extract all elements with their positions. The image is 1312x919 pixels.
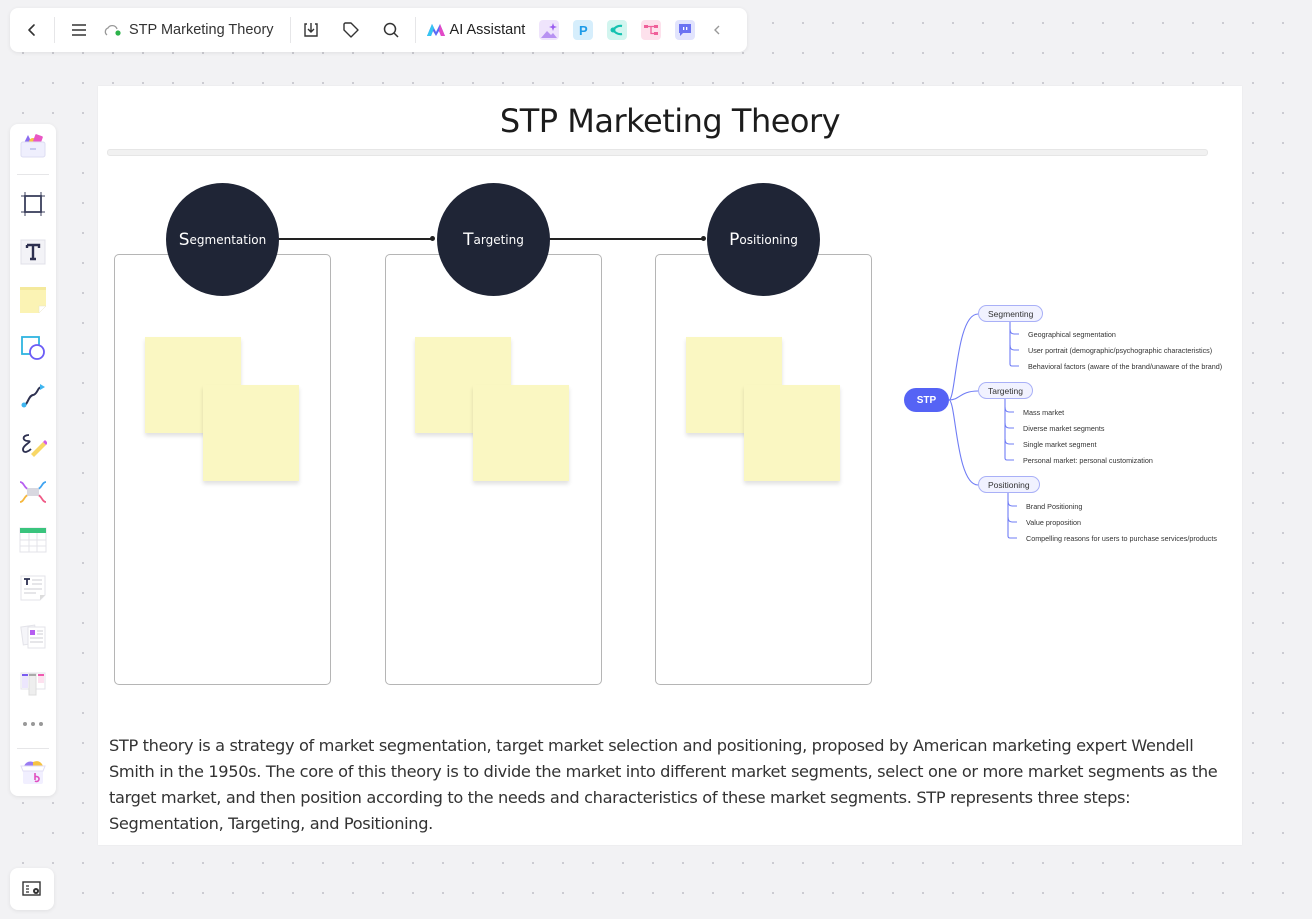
tag-icon — [342, 22, 359, 38]
plugins-icon — [20, 761, 46, 784]
templates-icon — [20, 134, 46, 158]
sticky-note[interactable] — [473, 385, 569, 481]
sticky-note-icon — [20, 287, 47, 314]
main-menu-button[interactable] — [55, 8, 103, 52]
connector-icon — [21, 384, 45, 408]
mindmap-leaf[interactable]: Diverse market segments — [1023, 424, 1104, 433]
more-icon — [23, 722, 43, 726]
hamburger-menu-icon — [72, 24, 86, 36]
frame-icon — [21, 192, 45, 216]
mindmap-leaf[interactable]: Mass market — [1023, 408, 1064, 417]
templates-button[interactable] — [10, 128, 56, 164]
mindmap-leaf[interactable]: Value proposition — [1026, 518, 1081, 527]
download-button[interactable] — [291, 8, 331, 52]
cards-icon — [20, 624, 46, 649]
plugins-button[interactable] — [10, 754, 56, 790]
mindmap-tool[interactable] — [10, 474, 56, 510]
top-toolbar: STP Marketing Theory AI Assistant P — [10, 8, 747, 52]
mindmap-leaf[interactable]: Brand Positioning — [1026, 502, 1082, 511]
mindmap-leaf[interactable]: Personal market: personal customization — [1023, 456, 1153, 465]
canvas-page[interactable]: STP Marketing Theory Segmentation Target… — [98, 86, 1242, 845]
flowchart-app-button[interactable] — [641, 20, 662, 40]
mindmap-leaf[interactable]: Compelling reasons for users to purchase… — [1026, 534, 1217, 543]
ai-assistant-button[interactable]: AI Assistant — [426, 8, 526, 52]
mindmap-branch-segmenting[interactable]: Segmenting — [978, 305, 1044, 322]
ai-image-app-icon — [541, 23, 558, 38]
mindmap-leaf[interactable]: Single market segment — [1023, 440, 1097, 449]
stp-mindmap[interactable]: STP Segmenting Geographical segmentation… — [898, 296, 1238, 556]
connector-arrow[interactable] — [549, 236, 706, 241]
mindmap-app-icon — [610, 24, 623, 36]
mindmap-icon — [19, 481, 47, 503]
step-initial: P — [729, 229, 740, 250]
sticky-note[interactable] — [744, 385, 840, 481]
table-icon — [19, 527, 47, 553]
chevron-left-icon — [28, 24, 35, 36]
mindmap-branch-targeting[interactable]: Targeting — [978, 382, 1033, 399]
step-label: argeting — [473, 232, 524, 247]
title-underline-bar — [107, 149, 1208, 156]
document-title[interactable]: STP Marketing Theory — [129, 22, 274, 38]
board-settings-button[interactable] — [10, 868, 54, 910]
text-doc-tool[interactable] — [10, 570, 56, 606]
mindmap-branch-positioning[interactable]: Positioning — [978, 476, 1040, 493]
connector-arrow[interactable] — [278, 236, 435, 241]
step-circle-targeting[interactable]: Targeting — [437, 183, 550, 296]
cloud-synced-icon — [103, 23, 123, 37]
step-initial: S — [178, 229, 190, 250]
back-button[interactable] — [10, 8, 54, 52]
ai-image-app-button[interactable] — [539, 20, 560, 40]
frame-tool[interactable] — [10, 186, 56, 222]
search-button[interactable] — [371, 8, 411, 52]
ai-assistant-label: AI Assistant — [449, 22, 526, 38]
presentation-app-icon: P — [578, 22, 588, 38]
sticky-note[interactable] — [203, 385, 299, 481]
page-title[interactable]: STP Marketing Theory — [98, 102, 1242, 140]
tag-button[interactable] — [331, 8, 371, 52]
pen-tool[interactable] — [10, 426, 56, 462]
ai-assistant-logo-icon — [426, 24, 445, 36]
kanban-icon — [20, 672, 46, 696]
chat-app-button[interactable] — [675, 20, 696, 40]
mindmap-leaf[interactable]: Behavioral factors (aware of the brand/u… — [1028, 362, 1222, 371]
shapes-tool[interactable] — [10, 330, 56, 366]
divider — [414, 17, 416, 43]
search-icon — [383, 22, 399, 38]
shapes-icon — [21, 336, 45, 360]
connector-tool[interactable] — [10, 378, 56, 414]
text-icon — [20, 239, 46, 265]
download-icon — [303, 23, 318, 37]
step-label: ositioning — [739, 232, 798, 247]
kanban-tool[interactable] — [10, 666, 56, 702]
text-tool[interactable] — [10, 234, 56, 270]
step-circle-segmentation[interactable]: Segmentation — [166, 183, 279, 296]
board-settings-icon — [22, 881, 41, 896]
divider — [17, 174, 49, 175]
collapse-apps-button[interactable] — [709, 8, 725, 52]
chevron-left-icon — [714, 25, 720, 35]
cards-tool[interactable] — [10, 618, 56, 654]
table-tool[interactable] — [10, 522, 56, 558]
step-circle-positioning[interactable]: Positioning — [707, 183, 820, 296]
mindmap-root-node[interactable]: STP — [904, 388, 949, 412]
mindmap-leaf[interactable]: User portrait (demographic/psychographic… — [1028, 346, 1212, 355]
chat-app-icon — [679, 24, 692, 36]
presentation-app-button[interactable]: P — [573, 20, 594, 40]
divider — [17, 748, 49, 749]
flowchart-app-icon — [644, 25, 659, 35]
step-label: egmentation — [189, 232, 267, 247]
text-doc-icon — [20, 575, 46, 601]
step-initial: T — [463, 229, 474, 250]
left-toolbar — [10, 124, 56, 796]
sticky-note-tool[interactable] — [10, 282, 56, 318]
more-tools-button[interactable] — [10, 706, 56, 742]
mindmap-leaf[interactable]: Geographical segmentation — [1028, 330, 1116, 339]
description-text[interactable]: STP theory is a strategy of market segme… — [109, 733, 1229, 837]
mindmap-app-button[interactable] — [607, 20, 628, 40]
pen-icon — [22, 434, 47, 457]
